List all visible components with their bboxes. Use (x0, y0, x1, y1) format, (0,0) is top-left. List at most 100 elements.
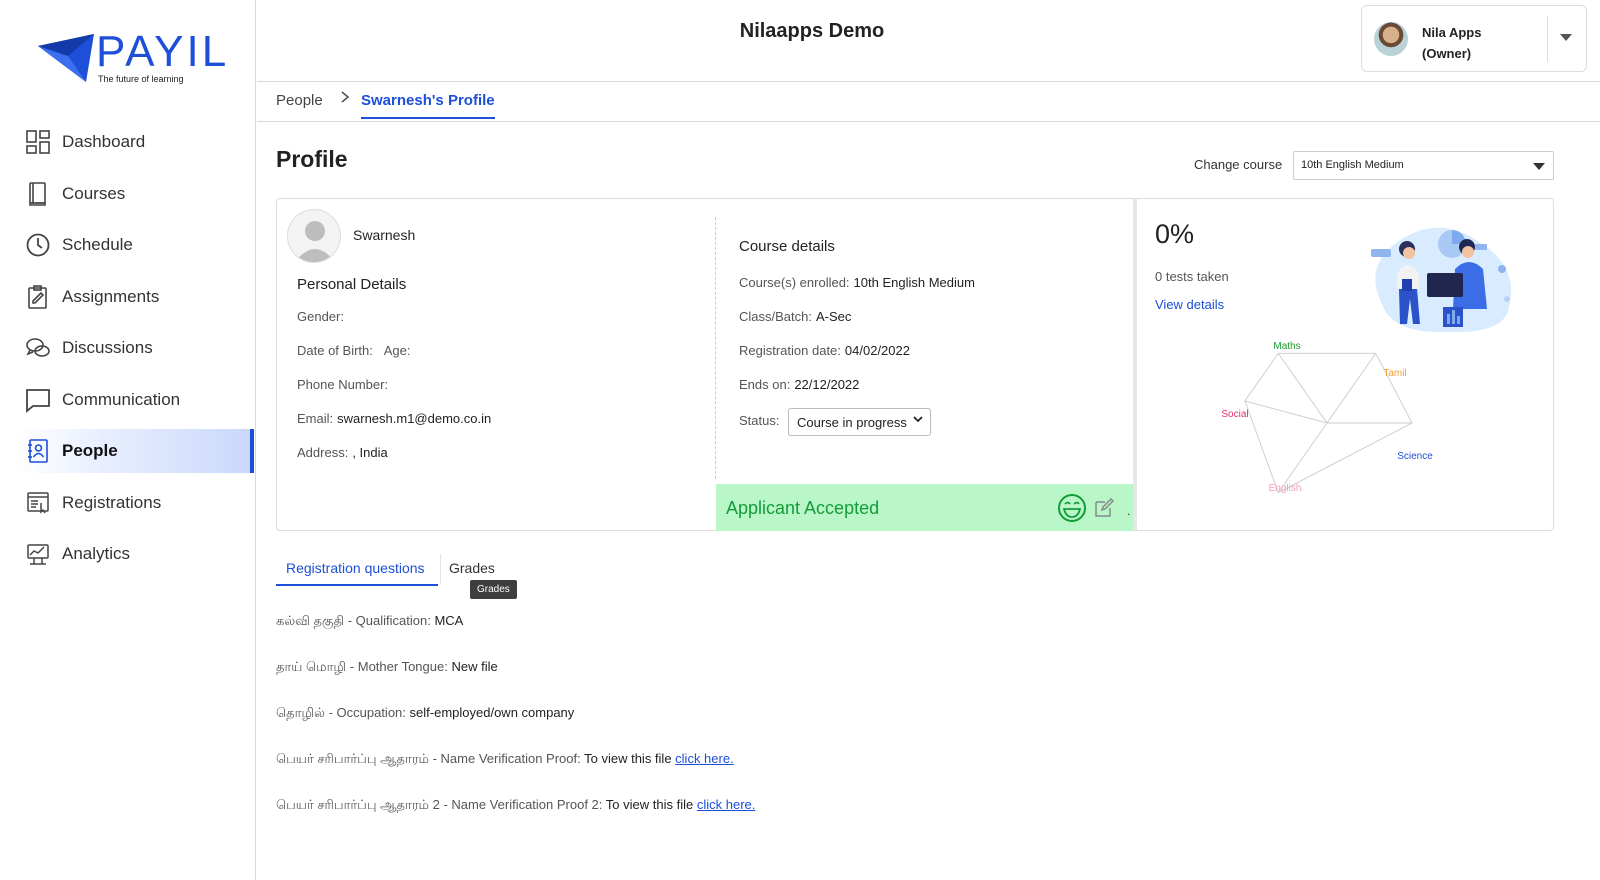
radar-label: Maths (1273, 341, 1300, 352)
message-icon (24, 386, 52, 414)
sidebar-item-label: Courses (62, 183, 126, 203)
sidebar-item-courses[interactable]: Courses (0, 172, 256, 216)
view-details-link[interactable]: View details (1155, 297, 1224, 312)
smile-icon[interactable] (1057, 493, 1087, 523)
brand-tagline: The future of learning (98, 74, 184, 84)
analytics-icon (24, 540, 52, 568)
clipboard-icon (24, 283, 52, 311)
profile-name: Swarnesh (353, 227, 416, 243)
tab-registration-questions[interactable]: Registration questions (276, 554, 438, 586)
registration-date-value: 04/02/2022 (844, 343, 910, 358)
question-label: தொழில் - Occupation: (276, 705, 406, 720)
avatar (1374, 22, 1408, 56)
sidebar-nav: Dashboard Courses Schedule Assignments D… (0, 120, 256, 584)
email-field: Email: swarnesh.m1@demo.co.in (297, 411, 491, 426)
click-here-link[interactable]: click here. (697, 797, 756, 812)
sidebar-item-schedule[interactable]: Schedule (0, 223, 256, 267)
ends-on-field: Ends on: 22/12/2022 (739, 377, 859, 392)
address-field: Address:, India (297, 445, 388, 460)
sidebar-item-label: Schedule (62, 235, 133, 254)
course-enrolled-label: Course(s) enrolled: (739, 275, 850, 290)
course-select[interactable]: 10th English Medium (1293, 151, 1554, 180)
sidebar-item-label: People (62, 441, 118, 460)
profile-card: Swarnesh Personal Details Gender: Date o… (276, 198, 1554, 531)
change-course-label: Change course (1194, 157, 1283, 172)
status-select-value: Course in progress (797, 415, 907, 430)
age-label: Age: (383, 343, 411, 358)
sidebar-item-registrations[interactable]: Registrations (0, 481, 256, 525)
radar-spoke (1326, 353, 1377, 424)
user-menu[interactable]: Nila Apps (Owner) (1361, 5, 1587, 72)
breadcrumb-people[interactable]: People (276, 92, 323, 109)
sidebar-item-analytics[interactable]: Analytics (0, 532, 256, 576)
radar-label: English (1269, 483, 1302, 494)
batch-value: A-Sec (815, 309, 852, 324)
divider (1547, 16, 1548, 62)
radar-spoke (1277, 353, 1328, 424)
user-name: Nila Apps (1422, 25, 1482, 40)
sidebar-item-label: Analytics (62, 544, 131, 563)
question-value: self-employed/own company (409, 705, 575, 720)
sidebar-item-label: Discussions (62, 338, 153, 357)
sidebar-item-dashboard[interactable]: Dashboard (0, 120, 256, 164)
address-value: , India (352, 445, 388, 460)
question-value: MCA (434, 613, 464, 628)
personal-details-heading: Personal Details (297, 276, 407, 293)
gender-label: Gender: (297, 309, 344, 324)
email-label: Email: (297, 411, 334, 426)
dob-label: Date of Birth: (297, 343, 373, 358)
divider (1133, 199, 1137, 530)
status-select[interactable]: Course in progress (788, 408, 931, 436)
batch-label: Class/Batch: (739, 309, 812, 324)
tests-taken: 0 tests taken (1155, 269, 1229, 284)
sidebar-item-communication[interactable]: Communication (0, 378, 256, 422)
question-item: தாய் மொழி - Mother Tongue: New file (276, 659, 498, 676)
course-details-heading: Course details (739, 238, 835, 255)
click-here-link[interactable]: click here. (675, 751, 734, 766)
question-label: தாய் மொழி - Mother Tongue: (276, 659, 448, 674)
radar-label: Science (1397, 451, 1433, 462)
applicant-status-text: Applicant Accepted (726, 498, 880, 518)
grades-tooltip: Grades (470, 580, 517, 599)
phone-label: Phone Number: (297, 377, 389, 392)
question-value: New file (451, 659, 498, 674)
sidebar-item-discussions[interactable]: Discussions (0, 326, 256, 370)
question-label: பெயர் சரிபார்ப்பு ஆதாரம் - Name Verifica… (276, 751, 581, 766)
payil-logo[interactable]: PAYIL The future of learning (38, 28, 228, 84)
question-label: பெயர் சரிபார்ப்பு ஆதாரம் 2 - Name Verifi… (276, 797, 603, 812)
gender-field: Gender: (297, 309, 348, 324)
question-item: பெயர் சரிபார்ப்பு ஆதாரம் - Name Verifica… (276, 751, 734, 768)
ends-on-value: 22/12/2022 (794, 377, 860, 392)
email-value: swarnesh.m1@demo.co.in (337, 411, 492, 426)
book-icon (24, 180, 52, 208)
ends-on-label: Ends on: (739, 377, 791, 392)
sidebar-item-people[interactable]: People (16, 429, 254, 473)
sidebar-item-assignments[interactable]: Assignments (0, 275, 256, 319)
sidebar-item-label: Assignments (62, 286, 160, 306)
chevron-down-icon[interactable] (1560, 34, 1572, 41)
edit-icon[interactable] (1094, 498, 1114, 518)
clock-icon (24, 231, 52, 259)
sidebar-item-label: Dashboard (62, 132, 146, 151)
course-enrolled-value: 10th English Medium (853, 275, 975, 290)
question-item: கல்வி தகுதி - Qualification: MCA (276, 613, 463, 630)
address-label: Address: (297, 445, 349, 460)
user-name-block: Nila Apps (Owner) (1422, 22, 1481, 64)
sidebar-item-label: Communication (62, 389, 181, 409)
question-item: பெயர் சரிபார்ப்பு ஆதாரம் 2 - Name Verifi… (276, 797, 755, 814)
brand-name: PAYIL (96, 27, 230, 76)
more-indicator: . (1127, 504, 1131, 518)
chat-bubbles-icon (24, 334, 52, 362)
dashboard-icon (24, 128, 52, 156)
registration-form-icon (24, 489, 52, 517)
phone-field: Phone Number: (297, 377, 388, 392)
question-item: தொழில் - Occupation: self-employed/own c… (276, 705, 574, 722)
top-bar: Nilaapps Demo Nila Apps (Owner) (257, 0, 1600, 82)
radar-label: Social (1221, 409, 1248, 420)
sidebar: PAYIL The future of learning Dashboard C… (0, 0, 256, 880)
logo-mark-icon (38, 34, 94, 82)
status-label: Status: (739, 413, 780, 428)
question-value: To view this file (584, 751, 672, 766)
chevron-down-icon (1533, 163, 1545, 170)
breadcrumb-current[interactable]: Swarnesh's Profile (361, 92, 495, 119)
